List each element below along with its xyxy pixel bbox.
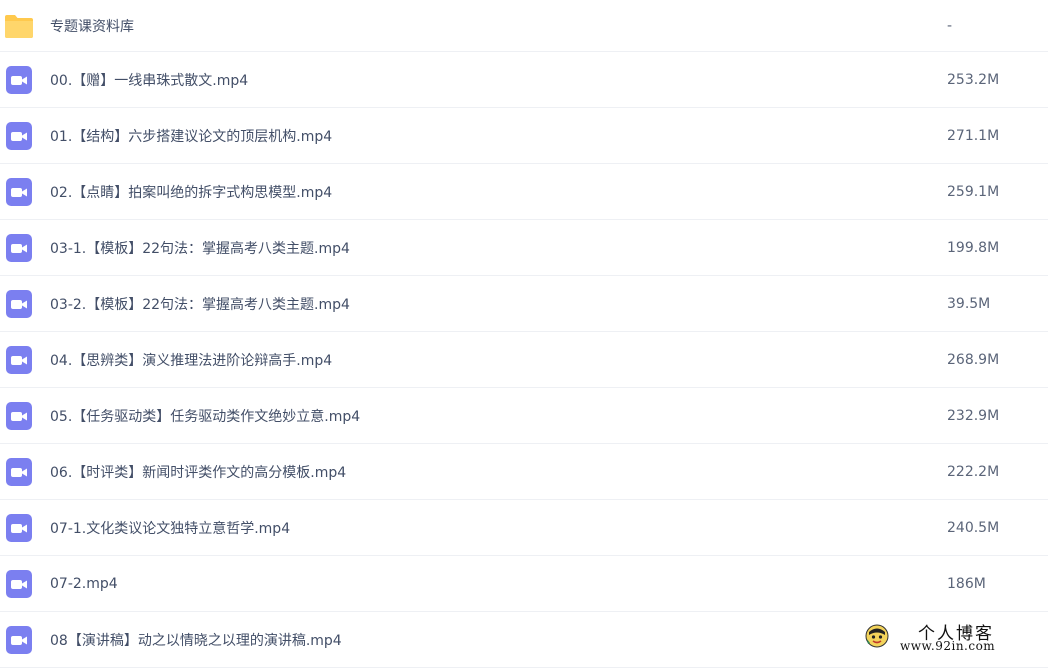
video-file-icon bbox=[6, 345, 32, 374]
file-name[interactable]: 05.【任务驱动类】任务驱动类作文绝妙立意.mp4 bbox=[50, 406, 360, 426]
file-size: 259.1M bbox=[947, 183, 1000, 200]
folder-row[interactable]: 专题课资料库 - bbox=[0, 0, 1048, 52]
file-name[interactable]: 08【演讲稿】动之以情晓之以理的演讲稿.mp4 bbox=[50, 630, 342, 650]
video-file-icon bbox=[6, 289, 32, 318]
file-name[interactable]: 03-1.【模板】22句法：掌握高考八类主题.mp4 bbox=[50, 238, 350, 258]
file-name[interactable]: 06.【时评类】新闻时评类作文的高分模板.mp4 bbox=[50, 462, 346, 482]
video-file-icon bbox=[6, 457, 32, 486]
file-size: - bbox=[947, 17, 953, 34]
file-size: 39.5M bbox=[947, 295, 991, 312]
file-size: 186M bbox=[947, 575, 986, 592]
watermark-url: www.92in.com bbox=[900, 639, 996, 653]
file-size: 222.2M bbox=[947, 463, 1000, 480]
video-file-icon bbox=[6, 233, 32, 262]
file-name[interactable]: 专题课资料库 bbox=[50, 16, 134, 36]
file-row[interactable]: 04.【思辨类】演义推理法进阶论辩高手.mp4 268.9M bbox=[0, 332, 1048, 388]
file-list: 专题课资料库 - 00.【赠】一线串珠式散文.mp4 253.2M 01.【结构… bbox=[0, 0, 1048, 668]
file-size: 271.1M bbox=[947, 127, 1000, 144]
video-file-icon bbox=[6, 625, 32, 654]
video-file-icon bbox=[6, 401, 32, 430]
folder-icon bbox=[5, 14, 33, 38]
video-file-icon bbox=[6, 569, 32, 598]
file-row[interactable]: 03-1.【模板】22句法：掌握高考八类主题.mp4 199.8M bbox=[0, 220, 1048, 276]
file-row[interactable]: 03-2.【模板】22句法：掌握高考八类主题.mp4 39.5M bbox=[0, 276, 1048, 332]
video-file-icon bbox=[6, 177, 32, 206]
video-file-icon bbox=[6, 121, 32, 150]
file-name[interactable]: 04.【思辨类】演义推理法进阶论辩高手.mp4 bbox=[50, 350, 332, 370]
file-name[interactable]: 00.【赠】一线串珠式散文.mp4 bbox=[50, 70, 248, 90]
file-name[interactable]: 03-2.【模板】22句法：掌握高考八类主题.mp4 bbox=[50, 294, 350, 314]
file-size: 268.9M bbox=[947, 351, 1000, 368]
file-row[interactable]: 01.【结构】六步搭建议论文的顶层机构.mp4 271.1M bbox=[0, 108, 1048, 164]
file-size: 199.8M bbox=[947, 239, 1000, 256]
file-name[interactable]: 02.【点睛】拍案叫绝的拆字式构思模型.mp4 bbox=[50, 182, 332, 202]
file-row[interactable]: 02.【点睛】拍案叫绝的拆字式构思模型.mp4 259.1M bbox=[0, 164, 1048, 220]
file-size: 253.2M bbox=[947, 71, 1000, 88]
file-name[interactable]: 01.【结构】六步搭建议论文的顶层机构.mp4 bbox=[50, 126, 332, 146]
video-file-icon bbox=[6, 65, 32, 94]
file-row[interactable]: 07-1.文化类议论文独特立意哲学.mp4 240.5M bbox=[0, 500, 1048, 556]
file-row[interactable]: 07-2.mp4 186M bbox=[0, 556, 1048, 612]
file-row[interactable]: 05.【任务驱动类】任务驱动类作文绝妙立意.mp4 232.9M bbox=[0, 388, 1048, 444]
file-size: 240.5M bbox=[947, 519, 1000, 536]
blog-watermark: 个人博客 www.92in.com bbox=[864, 619, 1034, 659]
video-file-icon bbox=[6, 513, 32, 542]
file-row[interactable]: 00.【赠】一线串珠式散文.mp4 253.2M bbox=[0, 52, 1048, 108]
file-name[interactable]: 07-2.mp4 bbox=[50, 576, 118, 592]
file-row[interactable]: 06.【时评类】新闻时评类作文的高分模板.mp4 222.2M bbox=[0, 444, 1048, 500]
blog-logo-icon bbox=[865, 624, 889, 648]
file-size: 232.9M bbox=[947, 407, 1000, 424]
file-name[interactable]: 07-1.文化类议论文独特立意哲学.mp4 bbox=[50, 518, 290, 538]
